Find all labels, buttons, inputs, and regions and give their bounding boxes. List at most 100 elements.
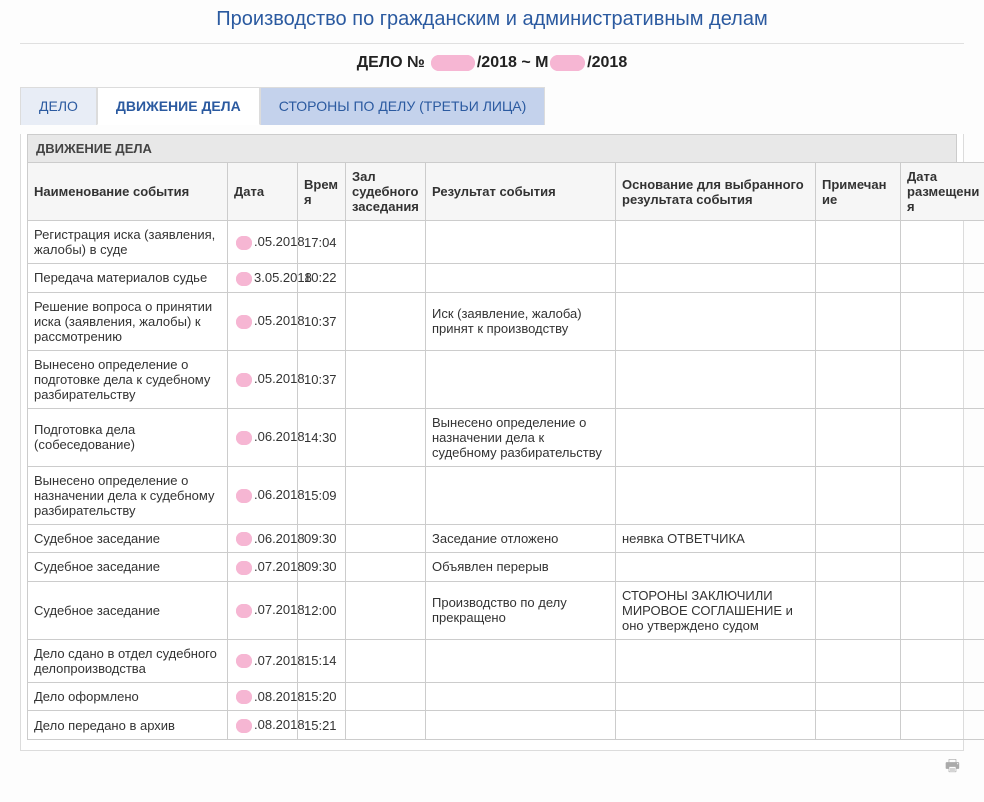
cell-note — [816, 221, 901, 264]
cell-result: Заседание отложено — [426, 524, 616, 553]
tab-sides[interactable]: СТОРОНЫ ПО ДЕЛУ (ТРЕТЬИ ЛИЦА) — [260, 87, 546, 125]
redacted-segment: x — [236, 489, 252, 503]
cell-event: Решение вопроса о принятии иска (заявлен… — [28, 292, 228, 350]
result-text: Объявлен перерыв — [432, 559, 549, 574]
cell-room — [346, 350, 426, 408]
result-text: Вынесено определение о назначении дела к… — [432, 415, 602, 460]
cell-time: 12:00 — [298, 581, 346, 639]
cell-basis — [616, 639, 816, 682]
cell-room — [346, 682, 426, 711]
case-part1-suffix: /2018 — [477, 54, 517, 71]
events-table: Наименование события Дата Время Зал суде… — [27, 162, 984, 740]
redacted-segment: x — [236, 654, 252, 668]
cell-result — [426, 264, 616, 293]
event-text: Вынесено определение о подготовке дела к… — [34, 357, 210, 402]
col-basis: Основание для выбранного результата собы… — [616, 163, 816, 221]
case-prefix: ДЕЛО № — [357, 54, 425, 71]
event-text: Вынесено определение о назначении дела к… — [34, 473, 214, 518]
date-suffix: .06.2018 — [254, 429, 305, 444]
cell-date: x.08.2018 — [228, 711, 298, 740]
cell-room — [346, 408, 426, 466]
cell-date: x.08.2018 — [228, 682, 298, 711]
divider — [20, 43, 964, 44]
date-suffix: .08.2018 — [254, 717, 305, 732]
cell-basis — [616, 553, 816, 582]
event-text: Дело оформлено — [34, 689, 139, 704]
event-text: Дело сдано в отдел судебного делопроизво… — [34, 646, 217, 676]
cell-time: 15:09 — [298, 466, 346, 524]
cell-time: 15:14 — [298, 639, 346, 682]
time-text: 09:30 — [304, 531, 337, 546]
cell-event: Вынесено определение о подготовке дела к… — [28, 350, 228, 408]
cell-note — [816, 639, 901, 682]
cell-basis — [616, 292, 816, 350]
event-text: Решение вопроса о принятии иска (заявлен… — [34, 299, 212, 344]
cell-date: x.05.2018 — [228, 221, 298, 264]
redacted-segment: x — [236, 532, 252, 546]
cell-date: x.05.2018 — [228, 292, 298, 350]
date-suffix: .07.2018 — [254, 602, 305, 617]
cell-posted — [901, 639, 984, 682]
section-title: ДВИЖЕНИЕ ДЕЛА — [27, 134, 957, 162]
redacted-segment: x — [236, 236, 252, 250]
cell-posted — [901, 553, 984, 582]
table-row: Решение вопроса о принятии иска (заявлен… — [28, 292, 984, 350]
cell-posted — [901, 711, 984, 740]
cell-date: x.07.2018 — [228, 639, 298, 682]
cell-date: x.07.2018 — [228, 553, 298, 582]
event-text: Судебное заседание — [34, 603, 160, 618]
tab-case[interactable]: ДЕЛО — [20, 87, 97, 125]
cell-time: 10:37 — [298, 350, 346, 408]
table-row: Вынесено определение о назначении дела к… — [28, 466, 984, 524]
table-row: Регистрация иска (заявления, жалобы) в с… — [28, 221, 984, 264]
result-text: Производство по делу прекращено — [432, 595, 567, 625]
cell-room — [346, 711, 426, 740]
cell-basis — [616, 264, 816, 293]
cell-note — [816, 581, 901, 639]
redacted-segment: x — [236, 604, 252, 618]
cell-note — [816, 524, 901, 553]
cell-date: x.07.2018 — [228, 581, 298, 639]
event-text: Регистрация иска (заявления, жалобы) в с… — [34, 227, 215, 257]
cell-basis — [616, 711, 816, 740]
cell-event: Регистрация иска (заявления, жалобы) в с… — [28, 221, 228, 264]
cell-event: Судебное заседание — [28, 524, 228, 553]
table-row: Судебное заседание x.07.201812:00 Производ… — [28, 581, 984, 639]
case-part2-prefix: М — [535, 54, 548, 71]
table-header-row: Наименование события Дата Время Зал суде… — [28, 163, 984, 221]
cell-note — [816, 292, 901, 350]
event-text: Судебное заседание — [34, 559, 160, 574]
col-note: Примечание — [816, 163, 901, 221]
redacted-segment: x — [236, 690, 252, 704]
date-suffix: .06.2018 — [254, 531, 305, 546]
time-text: 15:14 — [304, 653, 337, 668]
cell-result: Вынесено определение о назначении дела к… — [426, 408, 616, 466]
redacted-segment: x — [236, 431, 252, 445]
cell-date: x3.05.2018 — [228, 264, 298, 293]
time-text: 10:37 — [304, 372, 337, 387]
date-suffix: .05.2018 — [254, 371, 305, 386]
col-time: Время — [298, 163, 346, 221]
cell-posted — [901, 524, 984, 553]
cell-time: 15:21 — [298, 711, 346, 740]
cell-posted — [901, 581, 984, 639]
cell-event: Дело сдано в отдел судебного делопроизво… — [28, 639, 228, 682]
cell-room — [346, 466, 426, 524]
cell-event: Судебное заседание — [28, 581, 228, 639]
cell-room — [346, 581, 426, 639]
cell-basis: СТОРОНЫ ЗАКЛЮЧИЛИ МИРОВОЕ СОГЛАШЕНИЕ и о… — [616, 581, 816, 639]
cell-result: Производство по делу прекращено — [426, 581, 616, 639]
case-separator: ~ — [521, 54, 530, 71]
print-icon[interactable]: 🖶 — [20, 751, 964, 782]
page-title: Производство по гражданским и администра… — [20, 0, 964, 43]
table-row: Дело передано в архивx.08.201815:21 — [28, 711, 984, 740]
col-event: Наименование события — [28, 163, 228, 221]
tab-motion[interactable]: ДВИЖЕНИЕ ДЕЛА — [97, 87, 260, 125]
event-text: Подготовка дела (собеседование) — [34, 422, 135, 452]
case-part2-suffix: /2018 — [587, 54, 627, 71]
time-text: 15:09 — [304, 488, 337, 503]
result-text: Иск (заявление, жалоба) принят к произво… — [432, 306, 582, 336]
content-panel: ДВИЖЕНИЕ ДЕЛА Наименование события Дата … — [20, 134, 964, 751]
cell-time: 17:04 — [298, 221, 346, 264]
redacted-segment: xxx — [550, 55, 585, 71]
